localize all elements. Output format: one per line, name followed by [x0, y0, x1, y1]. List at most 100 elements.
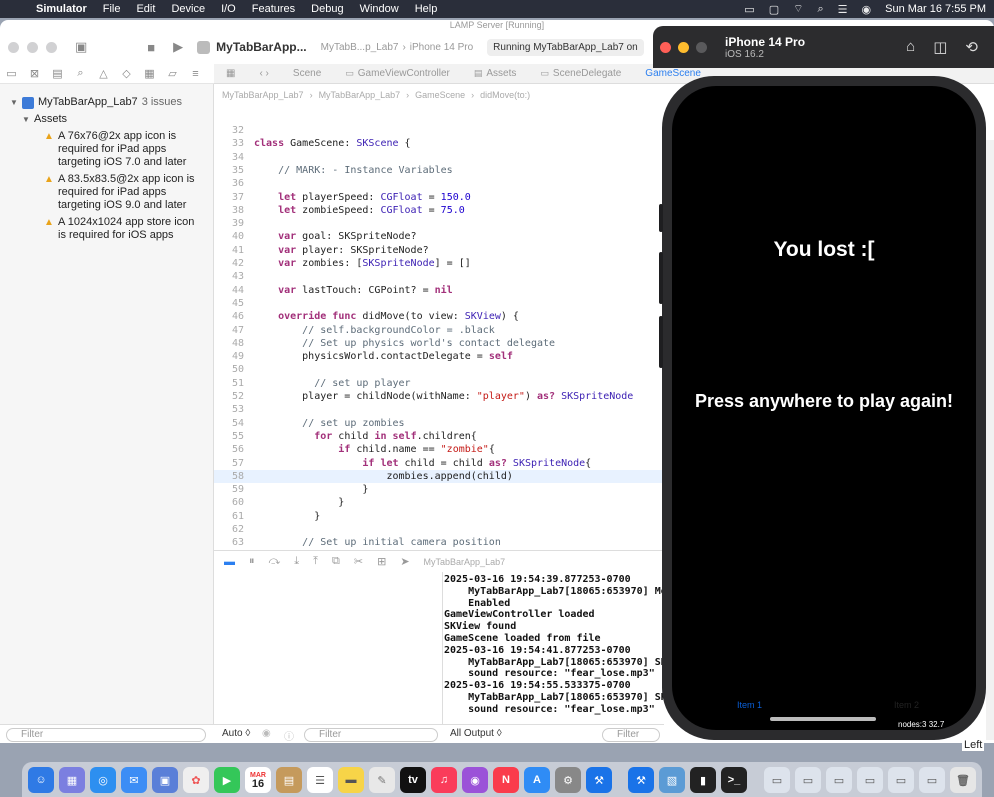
trash-icon[interactable]: 🗑: [950, 767, 976, 793]
code-line[interactable]: 34: [214, 151, 664, 164]
code-line[interactable]: 51 // set up player: [214, 377, 664, 390]
search-icon[interactable]: ⌕: [817, 3, 823, 16]
code-line[interactable]: 53: [214, 403, 664, 416]
console-filter[interactable]: Filter: [602, 728, 660, 742]
folder-icon[interactable]: ▭: [0, 67, 23, 80]
tab-item-2[interactable]: Item 2: [894, 700, 919, 710]
tab-scenedelegate[interactable]: ▭ SceneDelegate: [528, 68, 633, 79]
code-line[interactable]: 33 class GameScene: SKScene {: [214, 137, 664, 150]
code-line[interactable]: 50: [214, 363, 664, 376]
find-icon[interactable]: ⌕: [69, 67, 92, 80]
jumpbar-folder[interactable]: MyTabBarApp_Lab7: [319, 90, 401, 100]
photos-library-icon[interactable]: ▣: [152, 767, 178, 793]
finder-icon[interactable]: ☺: [28, 767, 54, 793]
tab-assets[interactable]: ▤ Assets: [462, 68, 529, 79]
cube-app-icon[interactable]: ▧: [659, 767, 685, 793]
output-selector[interactable]: All Output ◊: [450, 728, 502, 739]
jumpbar-symbol[interactable]: didMove(to:): [480, 90, 530, 100]
grid-icon[interactable]: ▦: [214, 68, 247, 79]
code-line[interactable]: 37 let playerSpeed: CGFloat = 150.0: [214, 191, 664, 204]
siri-icon[interactable]: ◉: [862, 3, 872, 16]
photos-icon[interactable]: ✿: [183, 767, 209, 793]
menu-io[interactable]: I/O: [213, 3, 244, 15]
close-window-button[interactable]: [8, 41, 19, 53]
menu-edit[interactable]: Edit: [128, 3, 163, 15]
minimized-window-icon[interactable]: ▭: [795, 767, 821, 793]
reminders-icon[interactable]: ☰: [307, 767, 333, 793]
minimized-window-icon[interactable]: ▭: [919, 767, 945, 793]
code-line[interactable]: 38 let zombieSpeed: CGFloat = 75.0: [214, 204, 664, 217]
menu-debug[interactable]: Debug: [303, 3, 351, 15]
destination-selector[interactable]: MyTabB...p_Lab7 › iPhone 14 Pro: [321, 42, 474, 53]
app-store-icon[interactable]: A: [524, 767, 550, 793]
menu-clock[interactable]: Sun Mar 16 7:55 PM: [885, 3, 986, 15]
disclosure-open-icon[interactable]: ▼: [10, 98, 22, 107]
code-line[interactable]: 57 if let child = child as? SKSpriteNode…: [214, 457, 664, 470]
variables-filter[interactable]: Filter: [304, 728, 438, 742]
volume-down-button[interactable]: [659, 316, 663, 368]
eye-icon[interactable]: ◉: [262, 728, 271, 739]
issue-icon[interactable]: △: [92, 67, 115, 80]
code-line[interactable]: 46 override func didMove(to view: SKView…: [214, 310, 664, 323]
code-line[interactable]: 49 physicsWorld.contactDelegate = self: [214, 350, 664, 363]
zoom-simulator-button[interactable]: [696, 41, 707, 53]
sidebar-toggle-icon[interactable]: ▣: [75, 39, 87, 55]
tab-scene[interactable]: Scene: [281, 68, 333, 79]
issue-row[interactable]: ▲ A 76x76@2x app icon is required for iP…: [44, 130, 186, 169]
menu-help[interactable]: Help: [407, 3, 446, 15]
rotate-icon[interactable]: ⟲: [965, 38, 978, 56]
back-forward-icon[interactable]: ‹ ›: [247, 68, 280, 79]
volume-up-button[interactable]: [659, 252, 663, 304]
code-line[interactable]: 39: [214, 217, 664, 230]
code-line[interactable]: 36: [214, 177, 664, 190]
menu-app-name[interactable]: Simulator: [28, 3, 95, 15]
terminal-icon[interactable]: >_: [721, 767, 747, 793]
code-line[interactable]: 58 zombies.append(child): [214, 469, 664, 483]
launchpad-icon[interactable]: ▦: [59, 767, 85, 793]
minimized-window-icon[interactable]: ▭: [826, 767, 852, 793]
code-line[interactable]: 41 var player: SKSpriteNode?: [214, 244, 664, 257]
code-line[interactable]: 62: [214, 523, 664, 536]
facetime-icon[interactable]: ▶: [214, 767, 240, 793]
code-line[interactable]: 35 // MARK: - Instance Variables: [214, 164, 664, 177]
news-icon[interactable]: N: [493, 767, 519, 793]
mail-icon[interactable]: ✉: [121, 767, 147, 793]
contacts-icon[interactable]: ▤: [276, 767, 302, 793]
debug-icon[interactable]: ▦: [138, 67, 161, 80]
notes-icon[interactable]: ▬: [338, 767, 364, 793]
simulator-icon[interactable]: ▮: [690, 767, 716, 793]
variables-view[interactable]: [214, 572, 443, 724]
jumpbar-project[interactable]: MyTabBarApp_Lab7: [222, 90, 304, 100]
minimize-simulator-button[interactable]: [678, 41, 689, 53]
podcasts-icon[interactable]: ◉: [462, 767, 488, 793]
assets-group-row[interactable]: ▼ Assets: [22, 113, 67, 125]
stop-icon[interactable]: ■: [147, 40, 155, 55]
step-over-icon[interactable]: ⤼: [269, 555, 281, 568]
info-icon[interactable]: ⓘ: [284, 728, 294, 743]
step-into-icon[interactable]: ⤓: [294, 555, 299, 568]
code-line[interactable]: 42 var zombies: [SKSpriteNode] = []: [214, 257, 664, 270]
symbol-icon[interactable]: ▤: [46, 67, 69, 80]
close-simulator-button[interactable]: [660, 41, 671, 53]
apple-tv-icon[interactable]: tv: [400, 767, 426, 793]
menu-device[interactable]: Device: [163, 3, 213, 15]
code-line[interactable]: 59 }: [214, 483, 664, 496]
code-line[interactable]: 60 }: [214, 496, 664, 509]
run-icon[interactable]: ▶: [173, 39, 183, 55]
jumpbar-file[interactable]: GameScene: [415, 90, 465, 100]
code-line[interactable]: 63 // Set up initial camera position: [214, 536, 664, 549]
tab-item-1[interactable]: Item 1: [737, 700, 762, 710]
scheme-selector[interactable]: MyTabBarApp...: [197, 40, 307, 54]
breakpoint-icon[interactable]: ▱: [161, 67, 184, 80]
memory-graph-icon[interactable]: ✂: [354, 555, 363, 568]
code-line[interactable]: 54 // set up zombies: [214, 417, 664, 430]
wifi-off-icon[interactable]: ⌔: [793, 2, 803, 16]
minimize-window-button[interactable]: [27, 41, 38, 53]
source-editor[interactable]: 32 33 class GameScene: SKScene {34 35 // MA…: [214, 104, 664, 550]
home-indicator[interactable]: [770, 717, 876, 721]
breakpoints-icon[interactable]: ⏸: [249, 555, 255, 568]
menu-file[interactable]: File: [95, 3, 129, 15]
navigator-filter[interactable]: Filter: [6, 728, 206, 742]
xcode-app-icon[interactable]: ⚒: [628, 767, 654, 793]
code-line[interactable]: 56 if child.name == "zombie"{: [214, 443, 664, 456]
